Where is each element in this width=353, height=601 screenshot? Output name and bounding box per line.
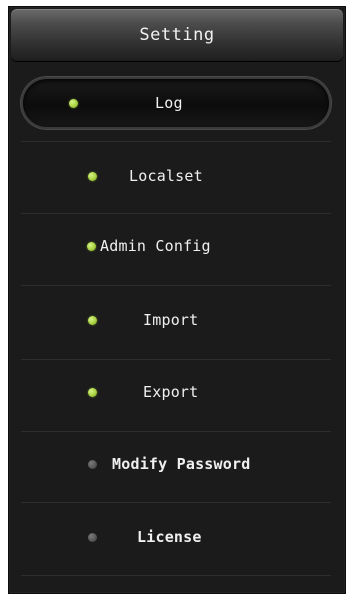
menu-item-admin-config[interactable]: Admin Config: [21, 220, 331, 272]
menu-item-label: License: [137, 528, 202, 546]
status-dot-icon: [87, 241, 96, 251]
settings-header: Setting: [11, 9, 343, 61]
menu-item-label: Log: [155, 94, 183, 112]
menu-item-export[interactable]: Export: [21, 366, 331, 418]
menu-item-license[interactable]: License: [21, 511, 331, 563]
menu-item-log[interactable]: Log: [21, 77, 331, 129]
header-title: Setting: [139, 25, 215, 45]
divider: [21, 141, 331, 142]
status-dot-icon: [88, 459, 97, 469]
status-dot-icon: [88, 171, 97, 181]
menu-item-label: Modify Password: [112, 455, 251, 473]
divider: [21, 502, 331, 503]
divider: [21, 575, 331, 576]
menu-item-label: Admin Config: [100, 237, 211, 255]
menu-item-label: Import: [143, 311, 199, 329]
settings-panel: Setting Log Localset Admin Config Import…: [8, 6, 346, 594]
status-dot-icon: [88, 532, 97, 542]
menu-item-localset[interactable]: Localset: [21, 150, 331, 202]
menu-item-label: Export: [143, 383, 199, 401]
divider: [21, 359, 331, 360]
status-dot-icon: [69, 98, 78, 108]
status-dot-icon: [88, 387, 97, 397]
divider: [21, 213, 331, 214]
menu-item-import[interactable]: Import: [21, 294, 331, 346]
menu-item-label: Localset: [129, 167, 203, 185]
divider: [21, 431, 331, 432]
divider: [21, 285, 331, 286]
menu-item-modify-password[interactable]: Modify Password: [21, 438, 331, 490]
status-dot-icon: [88, 315, 97, 325]
